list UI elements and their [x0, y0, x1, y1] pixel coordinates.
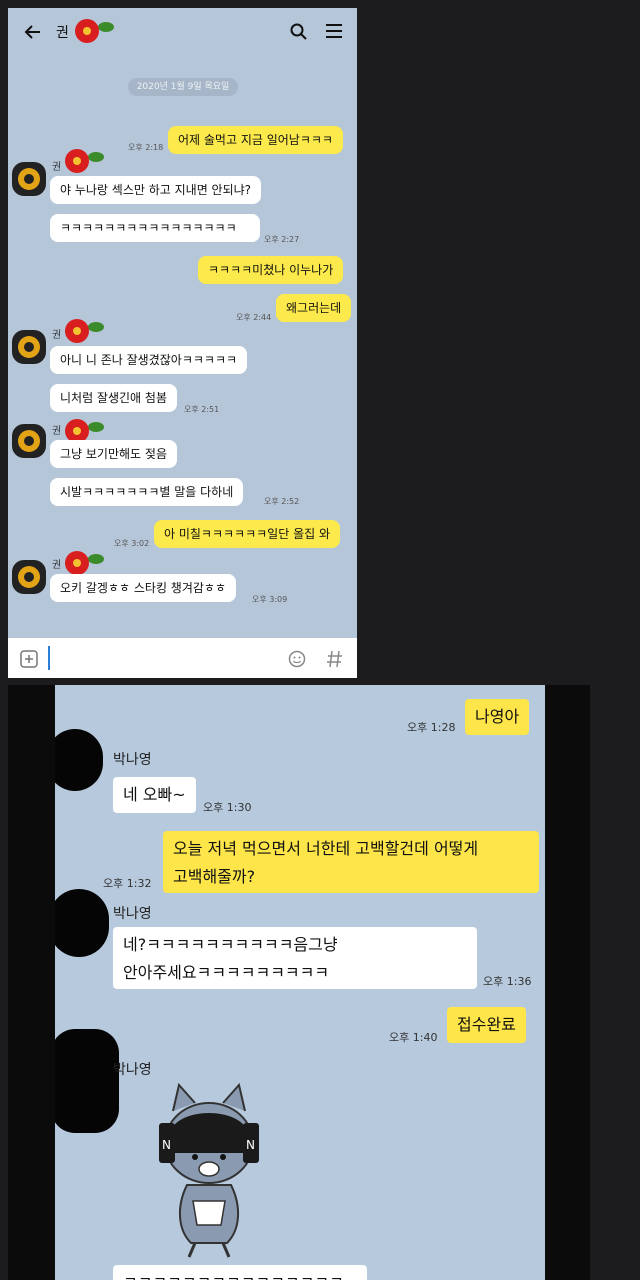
plus-icon[interactable]: [20, 650, 38, 668]
their-message-bubble: ㅋㅋㅋㅋㅋㅋㅋㅋㅋㅋㅋㅋㅋㅋㅋㅋ: [50, 214, 260, 242]
their-message-bubble: 니처럼 잘생긴애 첨봄: [50, 384, 177, 412]
avatar: [12, 424, 46, 458]
sender-name: 박나영: [113, 1062, 152, 1078]
menu-icon[interactable]: [326, 24, 342, 38]
kakao-character-sticker: N N: [159, 1083, 259, 1258]
date-divider: 2020년 1월 9일 목요일: [128, 78, 238, 96]
message-line: 고백해줄까?: [173, 867, 256, 886]
sender-name: 박나영: [113, 752, 152, 768]
their-message-bubble: ㅋㅋㅋㅋㅋㅋㅋㅋㅋㅋㅋㅋㅋㅋㅋ네: [113, 1265, 367, 1280]
my-message-bubble: 어제 술먹고 지금 일어남ㅋㅋㅋ: [168, 126, 343, 154]
their-message-bubble: 네?ㅋㅋㅋㅋㅋㅋㅋㅋㅋㅋ음그냥 안아주세요ㅋㅋㅋㅋㅋㅋㅋㅋㅋ: [113, 927, 477, 989]
message-input[interactable]: [48, 646, 278, 670]
chat-header: 권: [8, 8, 357, 56]
svg-text:N: N: [162, 1138, 171, 1152]
their-message-bubble: 오키 갈겡ㅎㅎ 스타킹 챙겨감ㅎㅎ: [50, 574, 237, 602]
message-time: 오후 1:30: [203, 801, 252, 814]
message-time: 오후 3:09: [252, 595, 288, 604]
message-time: 오후 2:52: [264, 497, 300, 506]
flower-icon: [65, 319, 104, 343]
avatar: [12, 162, 46, 196]
message-time: 오후 2:44: [236, 313, 272, 322]
message-line: 오늘 저녁 먹으면서 너한테 고백할건데 어떻게: [173, 839, 479, 858]
their-message-bubble: 시발ㅋㅋㅋㅋㅋㅋㅋ별 말을 다하네: [50, 478, 244, 506]
their-message-bubble: 그냥 보기만해도 젖음: [50, 440, 177, 468]
message-time: 오후 1:28: [407, 721, 456, 734]
flower-icon: [75, 19, 114, 43]
my-message-bubble: 접수완료: [447, 1007, 526, 1043]
flower-icon: [65, 149, 104, 173]
message-time: 오후 2:51: [184, 405, 220, 414]
message-input-bar: [8, 638, 357, 678]
my-message-bubble: 아 미칠ㅋㅋㅋㅋㅋㅋ일단 올집 와: [154, 520, 341, 548]
chat-screenshot-1: 권 2020년 1월 9일 목요일 어제 술먹고 지금 일어남ㅋㅋㅋ 오후 2:…: [8, 8, 357, 678]
back-arrow-icon[interactable]: [24, 24, 42, 40]
message-line: 네?ㅋㅋㅋㅋㅋㅋㅋㅋㅋㅋ음그냥: [123, 935, 338, 954]
my-message-bubble: 나영아: [465, 699, 530, 735]
search-icon[interactable]: [290, 23, 308, 41]
chat-screenshot-2: 나영아 오후 1:28 박나영 네 오빠~ 오후 1:30 오늘 저녁 먹으면서…: [8, 685, 590, 1280]
message-time: 오후 2:27: [264, 235, 300, 244]
emoji-icon[interactable]: [288, 650, 306, 668]
my-message-bubble: 왜그러는데: [276, 294, 352, 322]
message-line: 안아주세요ㅋㅋㅋㅋㅋㅋㅋㅋㅋ: [123, 963, 330, 982]
sender-name: 박나영: [113, 906, 152, 922]
their-message-bubble: 네 오빠~: [113, 777, 196, 813]
message-time: 오후 1:40: [389, 1031, 438, 1044]
avatar: [12, 330, 46, 364]
message-time: 오후 1:32: [103, 877, 152, 890]
hash-icon[interactable]: [327, 650, 343, 668]
avatar: [12, 560, 46, 594]
their-message-bubble: 아니 니 존나 잘생겼잖아ㅋㅋㅋㅋㅋ: [50, 346, 248, 374]
redacted-avatar: [55, 889, 109, 957]
their-message-bubble: 야 누나랑 섹스만 하고 지내면 안되냐?: [50, 176, 262, 204]
message-time: 오후 1:36: [483, 975, 532, 988]
redacted-avatar: [55, 729, 103, 791]
chat-area: 나영아 오후 1:28 박나영 네 오빠~ 오후 1:30 오늘 저녁 먹으면서…: [55, 685, 545, 1280]
message-time: 오후 2:18: [128, 143, 164, 152]
my-message-bubble: ㅋㅋㅋㅋ미쳤나 이누나가: [198, 256, 344, 284]
my-message-bubble: 오늘 저녁 먹으면서 너한테 고백할건데 어떻게 고백해줄까?: [163, 831, 539, 893]
svg-text:N: N: [246, 1138, 255, 1152]
redacted-avatar: [55, 1029, 119, 1133]
chat-title: 권: [56, 25, 69, 41]
message-time: 오후 3:02: [114, 539, 150, 548]
